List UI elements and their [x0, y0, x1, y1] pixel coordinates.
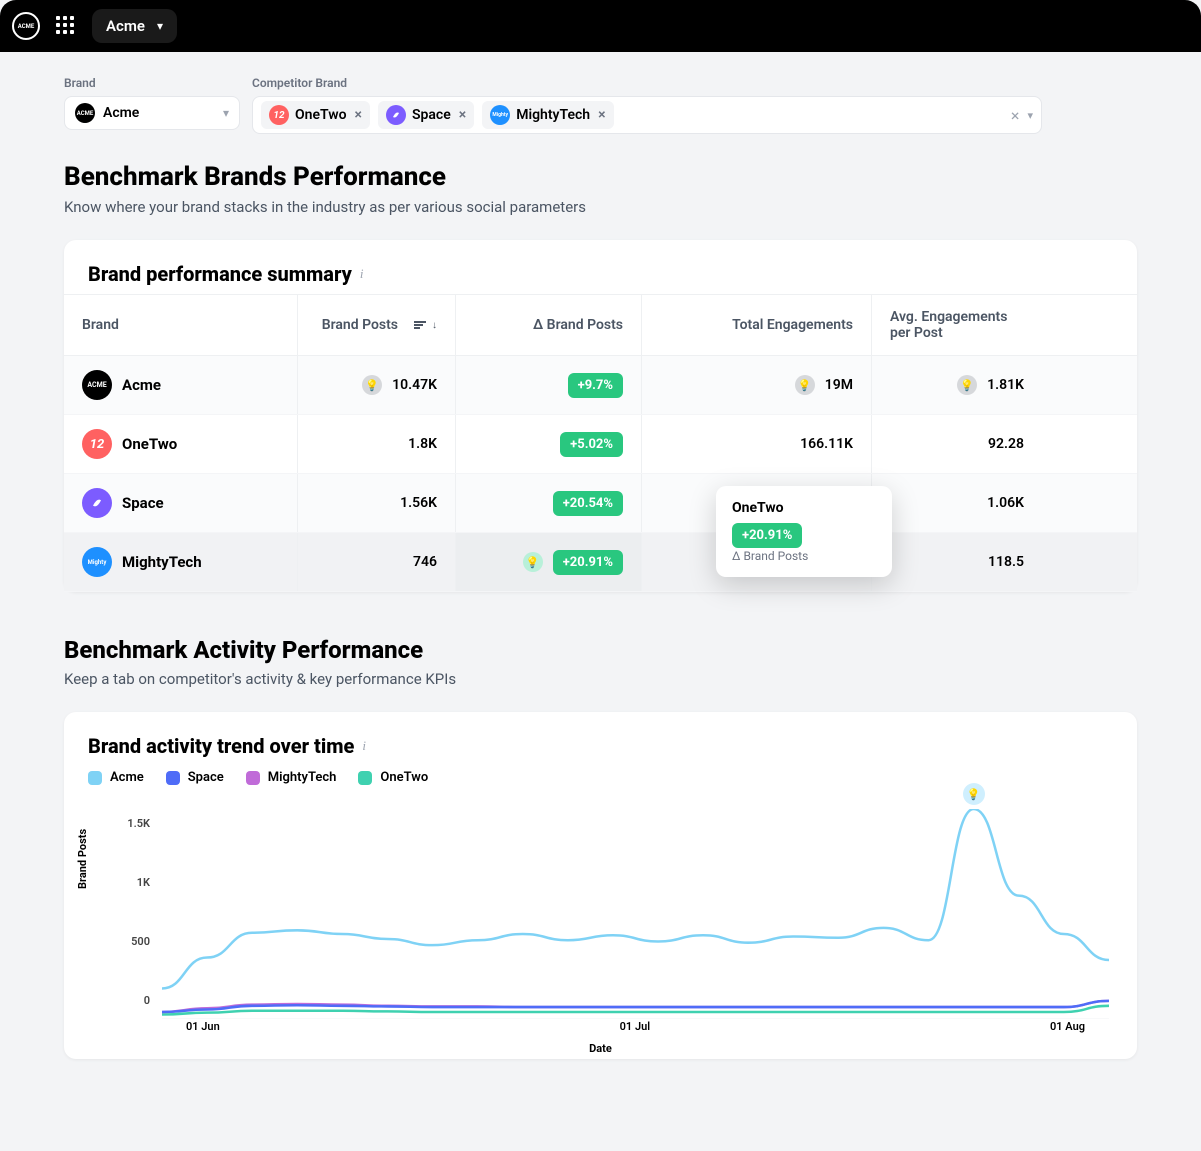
- topbar: ACME Acme ▾: [0, 0, 1201, 52]
- row-avg: 92.28: [988, 436, 1024, 452]
- row-posts: 10.47K: [392, 377, 437, 393]
- row-brand: OneTwo: [122, 435, 177, 453]
- brand-filter: Brand ACME Acme ▾: [64, 76, 240, 134]
- brand-select-value: Acme: [103, 105, 139, 121]
- col-brand-posts[interactable]: Brand Posts ↓: [298, 295, 456, 355]
- table-row[interactable]: 12 OneTwo 1.8K +5.02% 166.11K 92.28: [64, 415, 1137, 474]
- row-posts: 1.8K: [408, 436, 437, 452]
- brand-filter-label: Brand: [64, 76, 240, 90]
- chevron-down-icon[interactable]: ▾: [1027, 109, 1033, 122]
- delta-badge: +20.91%: [553, 550, 623, 575]
- remove-chip-icon[interactable]: ×: [355, 107, 362, 123]
- space-avatar-icon: [386, 105, 406, 125]
- acme-avatar-icon: ACME: [82, 370, 112, 400]
- onetwo-avatar-icon: 12: [269, 105, 289, 125]
- acme-avatar-icon: ACME: [75, 103, 95, 123]
- legend-swatch-icon: [358, 771, 372, 785]
- chevron-down-icon: ▾: [223, 106, 229, 120]
- row-eng: 166.11K: [800, 436, 853, 452]
- x-axis-ticks: 01 Jun 01 Jul 01 Aug: [162, 1020, 1109, 1033]
- insight-bulb-icon[interactable]: 💡: [795, 375, 815, 395]
- row-posts: 1.56K: [400, 495, 437, 511]
- legend-item[interactable]: Space: [166, 770, 224, 785]
- chip-label: OneTwo: [295, 107, 347, 123]
- table-row[interactable]: Space 1.56K +20.54% 1.66M 1.06K: [64, 474, 1137, 533]
- tooltip-value: +20.91%: [732, 523, 802, 548]
- insight-bulb-icon[interactable]: 💡: [362, 375, 382, 395]
- info-icon[interactable]: i: [362, 738, 366, 754]
- line-chart[interactable]: Brand Posts 1.5K 1K 500 0 💡 01 Jun 01 Ju…: [64, 799, 1137, 1059]
- activity-trend-card: Brand activity trend over time i Acme Sp…: [64, 712, 1137, 1059]
- acme-logo-icon: ACME: [12, 12, 40, 40]
- table-header: Brand Brand Posts ↓ Δ Brand Posts Total …: [64, 294, 1137, 356]
- col-engagements[interactable]: Total Engagements: [642, 295, 872, 355]
- tooltip-metric: Δ Brand Posts: [732, 549, 876, 563]
- brand-select[interactable]: ACME Acme ▾: [64, 96, 240, 130]
- legend-item[interactable]: Acme: [88, 770, 144, 785]
- row-eng: 19M: [825, 377, 853, 393]
- competitor-multiselect[interactable]: 12 OneTwo × Space × Mighty MightyTech ×: [252, 96, 1042, 134]
- space-avatar-icon: [82, 488, 112, 518]
- chip-label: MightyTech: [516, 107, 590, 123]
- competitor-chip: Space ×: [378, 101, 474, 129]
- brand-performance-card: Brand performance summary i Brand Brand …: [64, 240, 1137, 592]
- chart-insight-icon[interactable]: 💡: [963, 783, 985, 805]
- col-avg-eng[interactable]: Avg. Engagements per Post: [872, 295, 1042, 355]
- legend-swatch-icon: [88, 771, 102, 785]
- mightytech-avatar-icon: Mighty: [82, 547, 112, 577]
- competitor-chip: 12 OneTwo ×: [261, 101, 370, 129]
- y-axis-label: Brand Posts: [76, 829, 89, 889]
- delta-badge: +9.7%: [568, 373, 623, 398]
- table-row[interactable]: Mighty MightyTech 746 💡 +20.91% 118.5: [64, 533, 1137, 592]
- insight-bulb-icon[interactable]: 💡: [957, 375, 977, 395]
- brand-switcher[interactable]: Acme ▾: [92, 9, 177, 43]
- row-avg: 118.5: [988, 554, 1024, 570]
- performance-table: Brand Brand Posts ↓ Δ Brand Posts Total …: [64, 294, 1137, 592]
- remove-chip-icon[interactable]: ×: [459, 107, 466, 123]
- onetwo-avatar-icon: 12: [82, 429, 112, 459]
- legend-item[interactable]: MightyTech: [246, 770, 337, 785]
- competitor-filter-label: Competitor Brand: [252, 76, 1137, 90]
- legend-item[interactable]: OneTwo: [358, 770, 428, 785]
- apps-grid-icon[interactable]: [56, 16, 76, 36]
- card-title: Brand activity trend over time: [88, 734, 354, 758]
- info-icon[interactable]: i: [360, 266, 364, 282]
- cell-tooltip: OneTwo +20.91% Δ Brand Posts: [716, 486, 892, 577]
- chip-label: Space: [412, 107, 451, 123]
- section-subtitle: Know where your brand stacks in the indu…: [64, 198, 1137, 216]
- clear-all-icon[interactable]: ×: [1011, 106, 1020, 125]
- sort-desc-icon[interactable]: [414, 321, 426, 329]
- section-subtitle: Keep a tab on competitor's activity & ke…: [64, 670, 1137, 688]
- chart-plot-area: [162, 809, 1109, 1019]
- table-row[interactable]: ACME Acme 💡 10.47K +9.7% 💡 19M 💡 1.81K: [64, 356, 1137, 415]
- row-avg: 1.81K: [987, 377, 1024, 393]
- mightytech-avatar-icon: Mighty: [490, 105, 510, 125]
- remove-chip-icon[interactable]: ×: [598, 107, 605, 123]
- legend-swatch-icon: [166, 771, 180, 785]
- section-title: Benchmark Brands Performance: [64, 162, 1137, 192]
- row-avg: 1.06K: [987, 495, 1024, 511]
- filter-bar: Brand ACME Acme ▾ Competitor Brand 12 On…: [64, 76, 1137, 134]
- brand-switcher-label: Acme: [106, 17, 145, 35]
- competitor-chip: Mighty MightyTech ×: [482, 101, 613, 129]
- row-brand: Acme: [122, 376, 161, 394]
- competitor-filter: Competitor Brand 12 OneTwo × Space × Mig…: [252, 76, 1137, 134]
- chevron-down-icon: ▾: [157, 19, 163, 33]
- row-posts: 746: [413, 554, 437, 570]
- col-delta-posts[interactable]: Δ Brand Posts: [456, 295, 642, 355]
- legend-swatch-icon: [246, 771, 260, 785]
- y-axis-ticks: 1.5K 1K 500 0: [120, 817, 150, 1007]
- row-brand: MightyTech: [122, 553, 202, 571]
- insight-bulb-icon[interactable]: 💡: [523, 552, 543, 572]
- delta-badge: +20.54%: [553, 491, 623, 516]
- delta-badge: +5.02%: [560, 432, 623, 457]
- tooltip-brand: OneTwo: [732, 500, 876, 516]
- col-brand[interactable]: Brand: [64, 295, 298, 355]
- card-title: Brand performance summary: [88, 262, 352, 286]
- section-title: Benchmark Activity Performance: [64, 636, 1137, 664]
- x-axis-label: Date: [589, 1042, 612, 1055]
- row-brand: Space: [122, 494, 164, 512]
